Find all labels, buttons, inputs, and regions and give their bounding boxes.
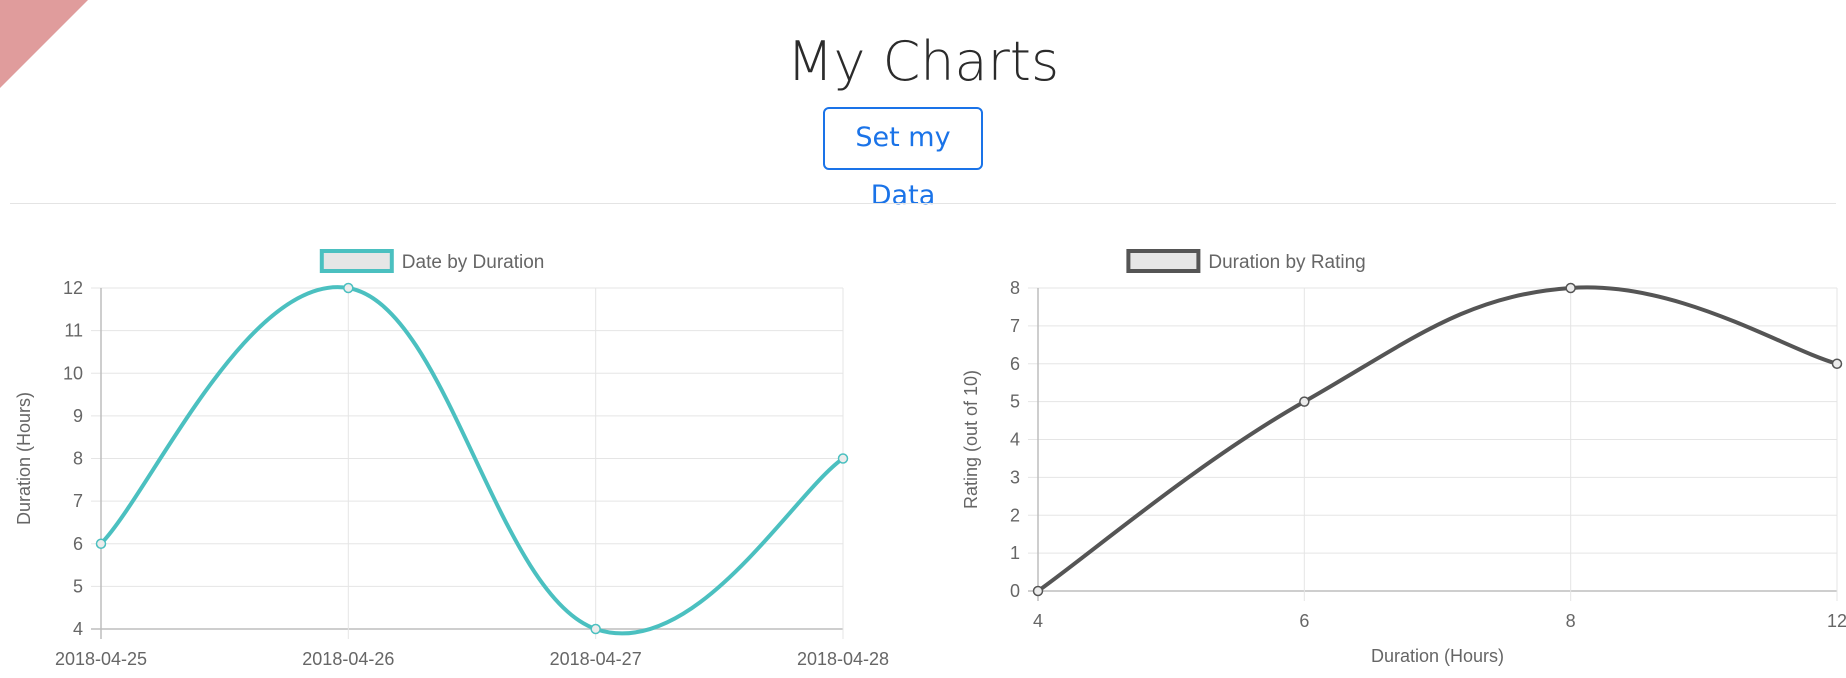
- y-tick-label: 1: [1010, 543, 1020, 563]
- legend: Duration by Rating: [1126, 249, 1366, 273]
- data-point: [1032, 585, 1044, 597]
- y-tick-label: 7: [73, 491, 83, 511]
- y-tick-label: 5: [1010, 392, 1020, 412]
- y-tick-label: 2: [1010, 505, 1020, 525]
- y-tick-label: 8: [1010, 278, 1020, 298]
- data-point: [1565, 282, 1576, 294]
- x-tick-label: 4: [1033, 611, 1043, 631]
- x-tick-label: 2018-04-27: [550, 649, 642, 669]
- data-point: [590, 623, 601, 635]
- y-tick-label: 9: [73, 406, 83, 426]
- x-tick-label: 8: [1566, 611, 1576, 631]
- x-tick-label: 12: [1827, 611, 1846, 631]
- x-tick-label: 6: [1299, 611, 1309, 631]
- divider: [10, 203, 1836, 204]
- y-axis-title: Duration (Hours): [14, 392, 34, 525]
- data-point: [1299, 396, 1310, 407]
- legend-label: Date by Duration: [402, 252, 545, 273]
- y-tick-label: 12: [63, 278, 83, 298]
- legend: Date by Duration: [319, 249, 545, 273]
- x-tick-label: 2018-04-25: [55, 649, 147, 669]
- page-title: My Charts: [786, 30, 1060, 93]
- chart-date-by-duration: Date by Duration 4 5 6 7 8 9 10 11 12 2018-04-25 20…: [14, 249, 889, 669]
- y-tick-label: 7: [1010, 316, 1020, 336]
- y-tick-label: 5: [73, 576, 83, 596]
- y-tick-label: 4: [73, 619, 83, 639]
- legend-swatch: [1126, 249, 1201, 273]
- y-tick-label: 6: [1010, 354, 1020, 374]
- series-line: [99, 285, 845, 636]
- y-tick-label: 11: [64, 321, 83, 341]
- data-point: [343, 282, 354, 294]
- legend-swatch: [319, 249, 394, 273]
- legend-label: Duration by Rating: [1208, 252, 1365, 273]
- data-point: [1831, 358, 1843, 369]
- y-tick-label: 10: [63, 363, 83, 383]
- x-tick-label: 2018-04-28: [797, 649, 889, 669]
- y-tick-label: 3: [1010, 467, 1020, 487]
- y-axis-title: Rating (out of 10): [961, 370, 981, 509]
- chart-duration-by-rating: Duration by Rating0123456784 6 8 12Rating (…: [961, 249, 1846, 666]
- y-tick-label: 8: [73, 449, 83, 469]
- x-tick-label: 2018-04-26: [302, 649, 394, 669]
- x-axis-title: Duration (Hours): [1371, 646, 1504, 666]
- y-tick-label: 6: [73, 534, 83, 554]
- data-point: [95, 538, 107, 549]
- set-data-button[interactable]: Set my Data: [823, 107, 983, 211]
- y-tick-label: 0: [1010, 581, 1020, 601]
- data-point: [837, 453, 849, 464]
- y-tick-label: 4: [1010, 430, 1020, 450]
